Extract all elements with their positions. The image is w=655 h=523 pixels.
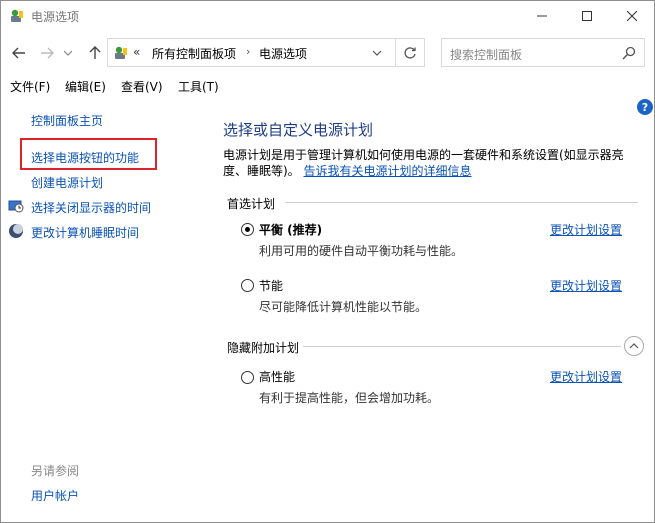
search-placeholder: 搜索控制面板 <box>450 48 523 62</box>
see-also-heading: 另请参阅 <box>31 464 80 478</box>
plan-name-high-performance[interactable]: 高性能 <box>259 368 295 385</box>
refresh-button[interactable] <box>395 38 425 67</box>
minimize-icon <box>537 15 547 17</box>
section-divider <box>303 346 621 347</box>
navigation-bar: « 所有控制面板项 › 电源选项 搜索控制面板 <box>1 37 654 69</box>
refresh-icon <box>404 46 416 59</box>
change-plan-settings-balanced[interactable]: 更改计划设置 <box>550 221 622 238</box>
plan-name-balanced[interactable]: 平衡 (推荐) <box>259 221 322 238</box>
address-overflow[interactable]: « <box>133 45 140 59</box>
recent-locations-button[interactable] <box>61 43 75 63</box>
arrow-right-icon <box>41 47 54 59</box>
sidebar-item-power-button[interactable]: 选择电源按钮的功能 <box>31 149 139 166</box>
menu-edit[interactable]: 编辑(E) <box>65 78 106 95</box>
sidebar-item-display-off-time[interactable]: 选择关闭显示器的时间 <box>31 199 151 216</box>
page-title: 选择或自定义电源计划 <box>223 121 374 139</box>
close-button[interactable] <box>609 1 655 31</box>
window-title: 电源选项 <box>31 10 80 24</box>
menu-file[interactable]: 文件(F) <box>10 78 50 95</box>
sleep-moon-icon <box>9 224 23 238</box>
control-panel-icon <box>115 46 127 59</box>
section-divider <box>285 202 638 203</box>
collapse-hidden-plans-button[interactable] <box>624 336 644 356</box>
breadcrumb-power-options[interactable]: 电源选项 <box>259 45 307 62</box>
chevron-right-icon[interactable]: › <box>246 45 250 58</box>
sidebar-item-user-accounts[interactable]: 用户帐户 <box>31 487 79 504</box>
menu-tools[interactable]: 工具(T) <box>178 78 219 95</box>
display-timer-icon <box>8 200 24 213</box>
chevron-down-icon <box>372 50 382 56</box>
breadcrumb-all-items[interactable]: 所有控制面板项 <box>152 45 236 62</box>
sidebar-item-create-plan[interactable]: 创建电源计划 <box>31 174 103 191</box>
menu-bar: 文件(F) 编辑(E) 查看(V) 工具(T) <box>1 75 654 97</box>
arrow-up-icon <box>89 46 101 59</box>
search-input[interactable]: 搜索控制面板 <box>441 38 645 67</box>
help-button[interactable]: ? <box>637 99 653 115</box>
sidebar-item-sleep-time[interactable]: 更改计算机睡眠时间 <box>31 224 139 241</box>
radio-high-performance[interactable] <box>241 371 254 384</box>
maximize-button[interactable] <box>564 1 610 31</box>
chevron-down-icon <box>64 50 72 56</box>
address-history-button[interactable] <box>370 46 384 60</box>
address-bar[interactable]: « 所有控制面板项 › 电源选项 <box>107 38 425 67</box>
learn-more-link[interactable]: 告诉我有关电源计划的详细信息 <box>304 164 472 178</box>
close-icon <box>627 11 637 21</box>
forward-button[interactable] <box>37 43 57 63</box>
radio-balanced[interactable] <box>241 223 254 236</box>
help-icon: ? <box>641 100 649 114</box>
change-plan-settings-high-performance[interactable]: 更改计划设置 <box>550 368 622 385</box>
up-button[interactable] <box>85 43 105 63</box>
menu-view[interactable]: 查看(V) <box>121 78 163 95</box>
chevron-up-icon <box>629 343 639 349</box>
power-options-window: 电源选项 « 所有控制面板项 › 电源选项 搜索控制面板 文件(F) 编辑(E)… <box>0 0 655 523</box>
plan-desc-power-saver: 尽可能降低计算机性能以节能。 <box>259 300 428 314</box>
sidebar-item-control-panel-home[interactable]: 控制面板主页 <box>31 112 103 129</box>
preferred-plans-heading: 首选计划 <box>227 197 276 211</box>
maximize-icon <box>582 11 592 21</box>
minimize-button[interactable] <box>519 1 565 31</box>
back-button[interactable] <box>9 43 29 63</box>
hidden-plans-heading: 隐藏附加计划 <box>227 341 300 355</box>
plan-name-power-saver[interactable]: 节能 <box>259 277 283 294</box>
arrow-left-icon <box>12 47 25 59</box>
plan-desc-high-performance: 有利于提高性能，但会增加功耗。 <box>259 391 440 405</box>
page-description: 电源计划是用于管理计算机如何使用电源的一套硬件和系统设置(如显示器亮度、睡眠等)… <box>223 147 633 179</box>
title-bar: 电源选项 <box>1 1 654 31</box>
radio-power-saver[interactable] <box>241 279 254 292</box>
change-plan-settings-power-saver[interactable]: 更改计划设置 <box>550 277 622 294</box>
power-options-icon <box>11 9 23 22</box>
search-icon <box>622 46 636 60</box>
plan-desc-balanced: 利用可用的硬件自动平衡功耗与性能。 <box>259 244 464 258</box>
